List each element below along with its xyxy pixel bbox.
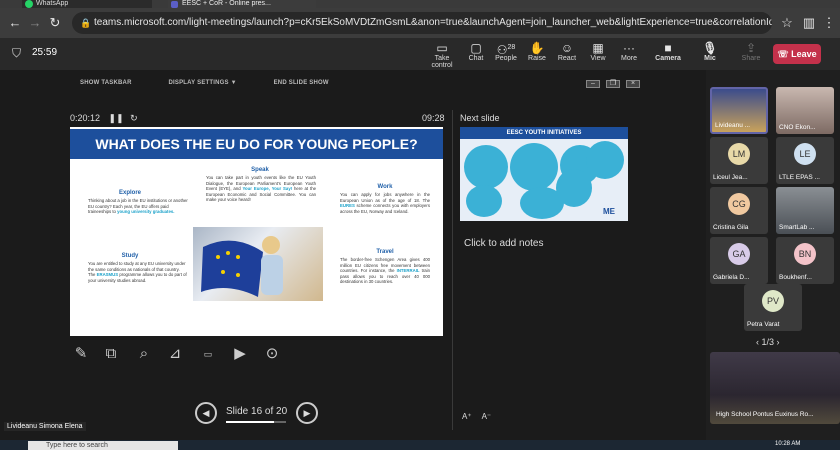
increase-font-icon[interactable]: A⁺	[462, 412, 472, 421]
speaker-notes[interactable]: Click to add notes	[464, 238, 544, 249]
bookmark-star-icon[interactable]: ☆	[778, 14, 796, 32]
participant-tile[interactable]: GA Gabriela D...	[710, 237, 768, 284]
taskbar-clock: 10:28 AM	[775, 441, 801, 447]
see-all-slides-icon[interactable]: ⧉	[100, 344, 122, 364]
shield-icon: ⛉	[12, 46, 22, 60]
chevron-right-icon[interactable]: ›	[774, 337, 780, 347]
pointer-options-icon[interactable]: ⊿	[164, 344, 186, 364]
travel-text: The border-free Schengen Area gives 400 …	[340, 257, 430, 284]
close-icon[interactable]: ×	[626, 80, 640, 88]
eu-flag-photo	[193, 227, 323, 301]
participant-tile[interactable]: LE LTLE EPAS ...	[776, 137, 834, 184]
next-slide-thumbnail[interactable]: EESC YOUTH INITIATIVES ME	[460, 127, 628, 221]
address-bar-row: ← → ↻ 🔒 teams.microsoft.com/light-meeting…	[0, 8, 840, 38]
pen-icon[interactable]: ✎	[70, 344, 92, 364]
previous-slide-button[interactable]: ◀	[195, 402, 217, 424]
more-options-icon[interactable]: ⊙	[261, 344, 283, 364]
taskbar-search-input[interactable]: Type here to search	[28, 441, 178, 450]
work-heading: Work	[377, 184, 393, 190]
participants-pager: ‹ 1/3 ›	[756, 337, 780, 347]
eu-flag-illustration	[201, 236, 283, 297]
more-button[interactable]: ··· More	[611, 41, 647, 69]
slide-progress-fill	[226, 421, 274, 423]
end-slide-show-button[interactable]: END SLIDE SHOW	[274, 80, 329, 86]
next-slide-title: EESC YOUTH INITIATIVES	[460, 127, 628, 139]
participant-tile[interactable]: CG Cristina Gila	[710, 187, 768, 234]
slide-counter: Slide 16 of 20	[226, 406, 288, 417]
camera-icon: ■	[664, 41, 672, 55]
participant-tile[interactable]: Livideanu ...	[710, 87, 768, 134]
study-text: You are entitled to study at any EU univ…	[88, 261, 187, 283]
mic-button[interactable]: 🎙 Mic	[692, 41, 728, 69]
current-slide: WHAT DOES THE EU DO FOR YOUNG PEOPLE? Sp…	[70, 127, 443, 336]
teams-icon	[171, 1, 178, 8]
next-slide-logo: ME	[603, 207, 615, 216]
forward-icon[interactable]: →	[26, 14, 44, 32]
participant-tile[interactable]: CNO Ekon...	[776, 87, 834, 134]
reset-timer-icon[interactable]: ↻	[130, 113, 138, 123]
share-icon: ⇪	[745, 41, 757, 55]
explore-text: Thinking about a job in the EU instituti…	[88, 198, 188, 214]
next-slide-label: Next slide	[460, 113, 500, 123]
back-icon[interactable]: ←	[6, 14, 24, 32]
speak-heading: Speak	[251, 167, 269, 173]
leave-button[interactable]: ☏ Leave	[773, 44, 821, 64]
tab-whatsapp[interactable]: WhatsApp	[22, 0, 152, 8]
slide-title: WHAT DOES THE EU DO FOR YOUNG PEOPLE?	[95, 136, 418, 152]
presenter-top-controls: SHOW TASKBAR DISPLAY SETTINGS ▼ END SLID…	[80, 80, 329, 86]
minimize-icon[interactable]: –	[586, 80, 600, 88]
mic-icon: 🎙	[702, 41, 718, 55]
self-name-label: Livideanu Simona Elena	[4, 422, 86, 431]
take-control-icon: ▭	[436, 41, 448, 55]
pause-icon[interactable]: ❚❚	[109, 113, 124, 123]
presenter-clock: 09:28	[422, 113, 445, 123]
participant-tile[interactable]: BN Boukhenf...	[776, 237, 834, 284]
black-screen-icon[interactable]: ▭	[197, 344, 219, 364]
speak-text: You can take part in youth events like t…	[206, 175, 316, 202]
meeting-header: ⛉ 25:59 ▭ Take control ▢ Chat ⚇28 People ✋ R…	[0, 38, 840, 70]
camera-button[interactable]: ■ Camera	[650, 41, 686, 69]
reload-icon[interactable]: ↻	[46, 14, 64, 32]
show-taskbar-button[interactable]: SHOW TASKBAR	[80, 80, 132, 86]
notes-font-controls: A⁺ A⁻	[462, 412, 491, 421]
slide-progress	[226, 421, 286, 423]
participant-tile[interactable]: LM Liceul Jea...	[710, 137, 768, 184]
presenter-window-buttons: – ❐ ×	[580, 72, 640, 88]
take-control-button[interactable]: ▭ Take control	[424, 41, 460, 69]
more-icon: ···	[623, 41, 635, 55]
zoom-icon[interactable]: ⌕	[133, 344, 155, 364]
tab-teams-meeting[interactable]: EESC + CoR - Online pres...	[168, 0, 316, 8]
url-input[interactable]: 🔒 teams.microsoft.com/light-meetings/laun…	[72, 12, 772, 34]
restore-icon[interactable]: ❐	[606, 80, 620, 88]
study-heading: Study	[121, 253, 139, 259]
participant-tile-large[interactable]: High School Pontus Euxinus Ro...	[710, 352, 840, 424]
work-text: You can apply for jobs anywhere in the E…	[340, 192, 430, 214]
whatsapp-icon	[25, 0, 33, 8]
meeting-timer: 25:59	[32, 47, 58, 58]
camera-toggle-icon[interactable]: ▶	[229, 344, 251, 364]
share-button[interactable]: ⇪ Share	[733, 41, 769, 69]
decrease-font-icon[interactable]: A⁻	[482, 412, 492, 421]
participant-tile[interactable]: SmartLab ...	[776, 187, 834, 234]
phone-icon: ☏	[777, 49, 792, 59]
side-panel-icon[interactable]: ▥	[800, 14, 818, 32]
browser-menu-icon[interactable]: ⋮	[820, 14, 838, 32]
travel-heading: Travel	[376, 249, 394, 255]
display-settings-button[interactable]: DISPLAY SETTINGS ▼	[169, 80, 237, 86]
participant-tile[interactable]: PV Petra Varat	[744, 284, 802, 331]
pane-divider	[452, 110, 453, 430]
lock-icon: 🔒	[80, 18, 92, 28]
explore-heading: Explore	[118, 190, 141, 196]
elapsed-timer: 0:20:12 ❚❚ ↻	[70, 113, 138, 123]
next-slide-button[interactable]: ▶	[296, 402, 318, 424]
